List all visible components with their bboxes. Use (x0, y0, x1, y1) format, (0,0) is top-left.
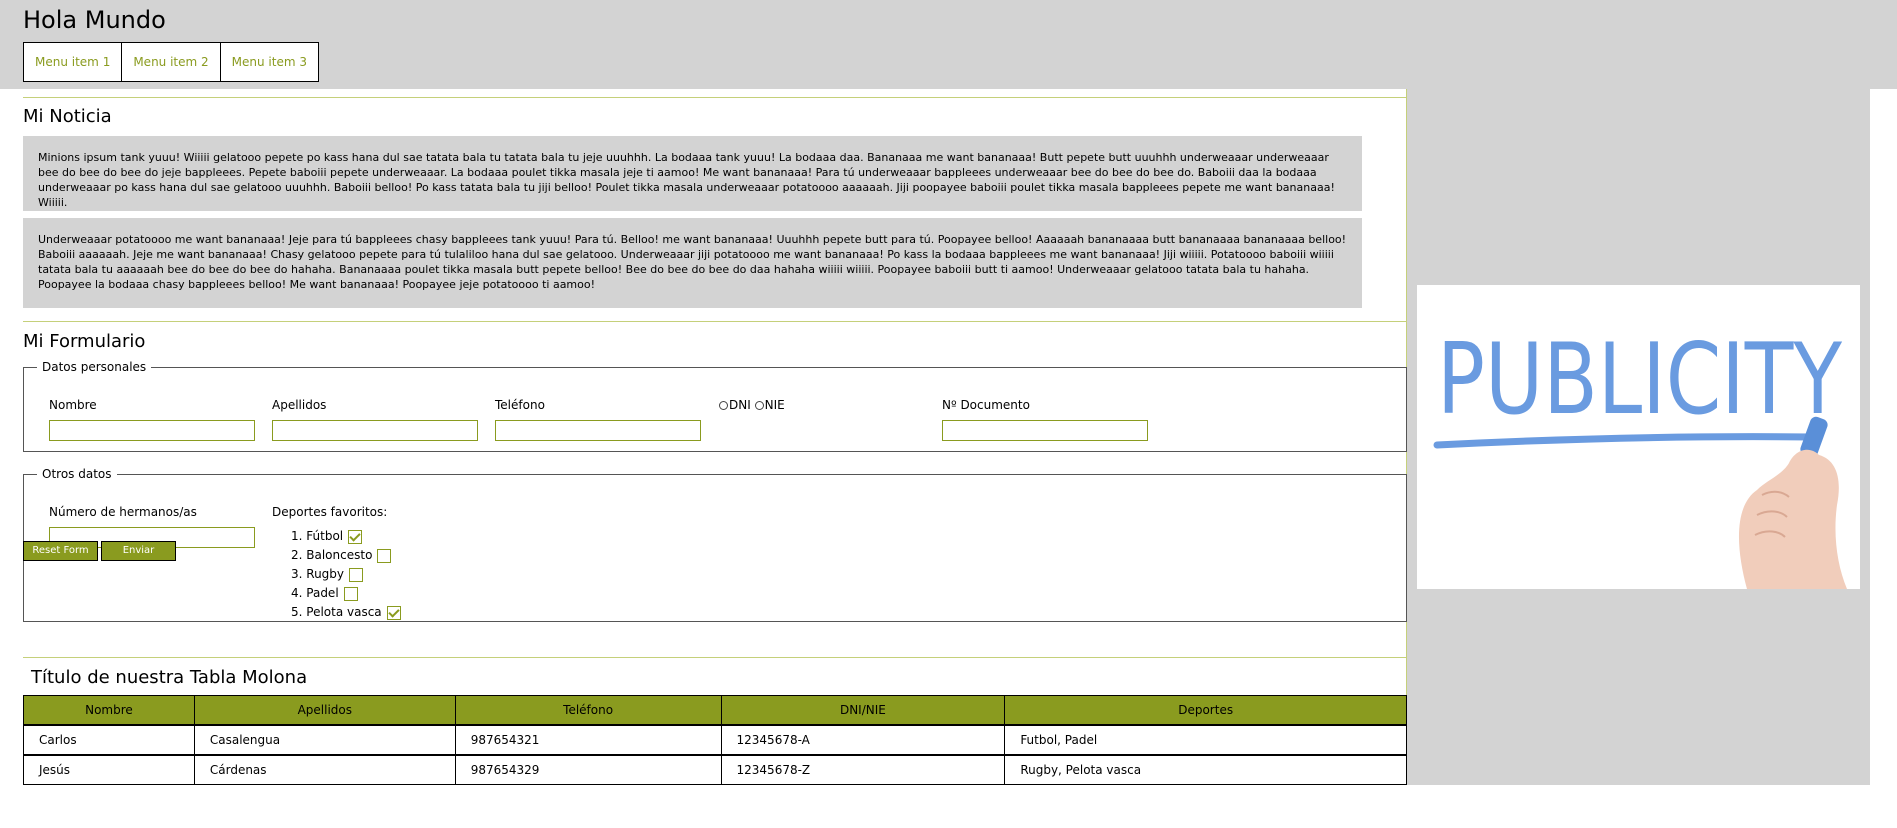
sport-checkbox[interactable] (349, 567, 364, 582)
dni-radio[interactable] (719, 401, 728, 410)
sport-label: 2. Baloncesto (291, 548, 373, 562)
sport-item: 2. Baloncesto (291, 546, 401, 565)
sport-checkbox[interactable] (377, 548, 392, 563)
documento-label: Nº Documento (942, 398, 1030, 412)
deportes-label: Deportes favoritos: (272, 505, 388, 519)
sport-label: 3. Rugby (291, 567, 345, 581)
nombre-input[interactable] (49, 420, 255, 441)
site-title: Hola Mundo (23, 6, 166, 34)
sport-checkbox[interactable] (348, 529, 363, 544)
apellidos-label: Apellidos (272, 398, 327, 412)
apellidos-input[interactable] (272, 420, 478, 441)
table-row: Carlos Casalengua 987654321 12345678-A F… (23, 723, 1407, 755)
col-dni-nie: DNI/NIE (720, 695, 1006, 725)
underline-stroke (1433, 433, 1816, 449)
hand-with-marker-icon (1738, 416, 1847, 589)
telefono-input[interactable] (495, 420, 701, 441)
publicity-banner[interactable]: PUBLICITY (1417, 285, 1860, 589)
col-apellidos: Apellidos (193, 695, 456, 725)
other-data-fieldset: Otros datos Número de hermanos/as Deport… (23, 467, 1407, 622)
cell: Casalengua (193, 723, 456, 755)
news-paragraph-2: Underweaaar potatoooo me want bananaaa! … (23, 218, 1362, 308)
sport-label: 5. Pelota vasca (291, 605, 382, 619)
nie-label: NIE (764, 398, 785, 412)
publicity-illustration: PUBLICITY (1433, 323, 1847, 589)
menu-item-1[interactable]: Menu item 1 (24, 43, 123, 81)
divider (23, 657, 1407, 658)
dni-label: DNI (729, 398, 751, 412)
cell: 12345678-A (720, 723, 1006, 755)
sport-item: 3. Rugby (291, 565, 401, 584)
personal-data-legend: Datos personales (37, 360, 152, 374)
sports-list: 1. Fútbol 2. Baloncesto 3. Rugby 4. Pade… (291, 527, 401, 622)
menu-item-2[interactable]: Menu item 2 (122, 43, 221, 81)
nombre-label: Nombre (49, 398, 97, 412)
ad-sidebar: PUBLICITY (1407, 89, 1870, 785)
cell: Cárdenas (193, 753, 456, 785)
divider (23, 97, 1407, 98)
cell: Carlos (23, 723, 195, 755)
documento-input[interactable] (942, 420, 1148, 441)
sport-item: 1. Fútbol (291, 527, 401, 546)
hermanos-label: Número de hermanos/as (49, 505, 197, 519)
nie-radio[interactable] (754, 401, 764, 410)
form-title: Mi Formulario (23, 331, 146, 352)
people-table: Nombre Apellidos Teléfono DNI/NIE Deport… (23, 695, 1407, 785)
telefono-label: Teléfono (495, 398, 545, 412)
sport-checkbox[interactable] (343, 586, 358, 601)
sport-item: 4. Padel (291, 584, 401, 603)
cell: Rugby, Pelota vasca (1004, 753, 1407, 785)
sport-label: 1. Fútbol (291, 529, 344, 543)
cell: 987654321 (454, 723, 722, 755)
main-menu: Menu item 1 Menu item 2 Menu item 3 (23, 42, 319, 82)
site-header: Hola Mundo Menu item 1 Menu item 2 Menu … (0, 0, 1897, 89)
col-nombre: Nombre (23, 695, 195, 725)
personal-data-fieldset: Datos personales Nombre Apellidos Teléfo… (23, 360, 1407, 452)
cell: 12345678-Z (720, 753, 1006, 785)
table-header-row: Nombre Apellidos Teléfono DNI/NIE Deport… (23, 695, 1407, 725)
menu-item-3[interactable]: Menu item 3 (221, 43, 318, 81)
cell: Jesús (23, 753, 195, 785)
table-title: Título de nuestra Tabla Molona (31, 667, 308, 688)
news-title: Mi Noticia (23, 106, 112, 127)
sport-item: 5. Pelota vasca (291, 603, 401, 622)
news-paragraph-1: Minions ipsum tank yuuu! Wiiiii gelatooo… (23, 136, 1362, 211)
ad-text: PUBLICITY (1437, 323, 1843, 437)
cell: 987654329 (454, 753, 722, 785)
reset-form-button[interactable]: Reset Form (23, 541, 98, 561)
sport-checkbox[interactable] (386, 605, 401, 620)
submit-button[interactable]: Enviar (101, 541, 176, 561)
sport-label: 4. Padel (291, 586, 339, 600)
col-deportes: Deportes (1004, 695, 1407, 725)
table-row: Jesús Cárdenas 987654329 12345678-Z Rugb… (23, 753, 1407, 785)
col-telefono: Teléfono (454, 695, 722, 725)
other-data-legend: Otros datos (37, 467, 117, 481)
doc-type-group: DNI NIE (719, 398, 785, 412)
cell: Futbol, Padel (1004, 723, 1407, 755)
divider (23, 321, 1407, 322)
